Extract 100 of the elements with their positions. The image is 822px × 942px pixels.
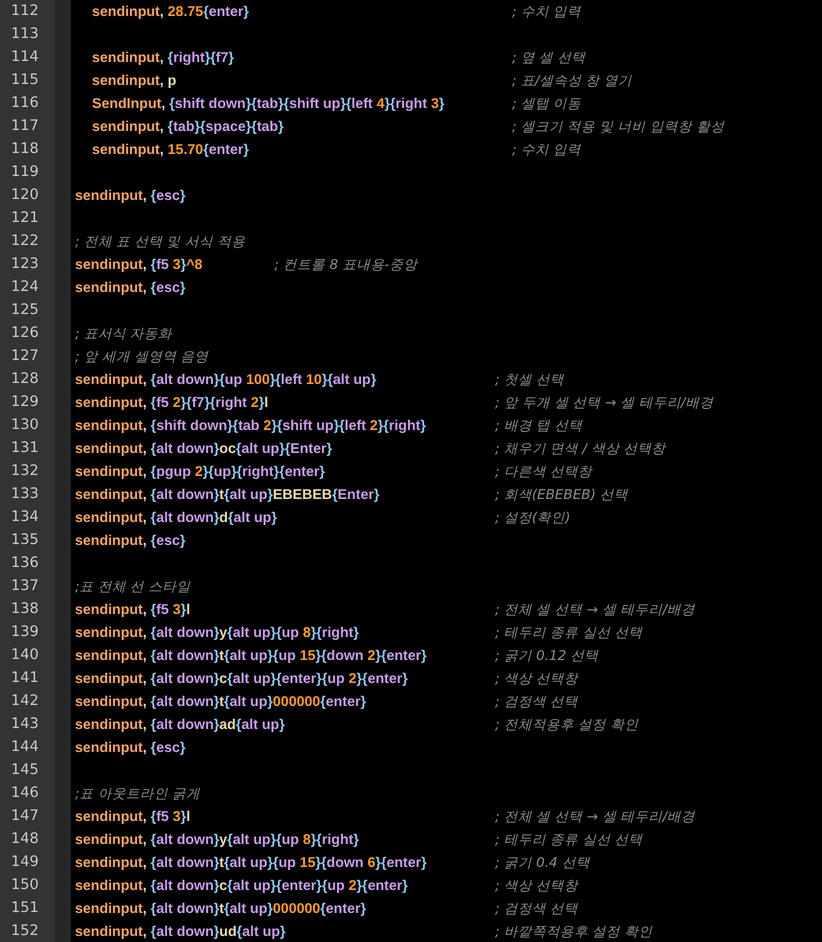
line-number: 149	[10, 853, 40, 872]
line-number: 129	[10, 393, 40, 412]
code-line: sendinput, {shift down}{tab 2}{shift up}{left 2}{right}	[75, 418, 427, 434]
code-comment: ; 컨트롤 8 표내용-중앙	[274, 256, 418, 274]
code-line: sendinput, p	[92, 72, 178, 88]
code-comment: ; 수치 입력	[512, 2, 582, 20]
line-number: 113	[10, 25, 40, 44]
line-number: 135	[10, 531, 40, 550]
line-number: 145	[10, 761, 40, 780]
line-number: 151	[10, 899, 40, 918]
code-line: sendinput, {esc}	[75, 532, 186, 548]
line-number: 133	[10, 485, 40, 504]
line-number: 118	[10, 140, 40, 159]
code-line: sendinput, {alt down}t{alt up}{up 15}{down 6}{enter}	[75, 854, 428, 870]
code-comment: ; 테두리 종류 실선 선택	[495, 830, 643, 848]
line-number: 136	[10, 554, 40, 573]
code-line: sendinput, {alt down}ud{alt up}	[75, 924, 287, 940]
line-number: 137	[10, 577, 40, 596]
code-line: sendinput, {tab}{space}{tab}	[92, 118, 285, 134]
code-comment: ;표 전체 선 스타일	[75, 578, 190, 596]
code-comment: ; 굵기 0.12 선택	[495, 646, 598, 664]
code-line: sendinput, {alt down}{up 100}{left 10}{alt up}	[75, 372, 378, 388]
code-comment: ; 배경 탭 선택	[495, 416, 582, 434]
code-comment: ; 셀크기 적용 및 너비 입력창 활성	[512, 118, 724, 136]
line-number: 141	[10, 669, 40, 688]
code-comment: ; 굵기 0.4 선택	[495, 854, 590, 872]
code-comment: ; 옆 셀 선택	[512, 48, 586, 66]
line-number: 117	[10, 117, 40, 136]
code-line: sendinput, {alt down}y{alt up}{up 8}{right}	[75, 624, 360, 640]
code-line: sendinput, 15.70{enter}	[92, 142, 250, 158]
code-comment: ; 셀탭 이동	[512, 94, 582, 112]
line-number: 134	[10, 508, 40, 527]
code-comment: ; 전체 셀 선택 → 셀 테두리/배경	[495, 808, 696, 826]
code-comment: ; 테두리 종류 실선 선택	[495, 624, 643, 642]
line-number: 146	[10, 784, 40, 803]
code-comment: ; 앞 두개 셀 선택 → 셀 테두리/배경	[495, 394, 714, 412]
code-line: sendinput, {esc}	[75, 740, 186, 756]
code-line: sendinput, {f5 3}l	[75, 602, 192, 618]
line-number: 138	[10, 600, 40, 619]
code-line: sendinput, {alt down}t{alt up}000000{enter}	[75, 694, 368, 710]
code-comment: ; 색상 선택창	[495, 670, 578, 688]
line-number: 144	[10, 738, 40, 757]
code-comment: ; 전체 셀 선택 → 셀 테두리/배경	[495, 600, 696, 618]
code-comment: ; 설정(확인)	[495, 508, 570, 526]
code-comment: ; 앞 세개 셀영역 음영	[75, 348, 209, 366]
line-number: 132	[10, 462, 40, 481]
line-number: 121	[10, 209, 40, 228]
line-number: 148	[10, 830, 40, 849]
code-line: sendinput, {alt down}oc{alt up}{Enter}	[75, 440, 334, 456]
code-comment: ; 전체적용후 설정 확인	[495, 716, 638, 734]
code-line: sendinput, 28.75{enter}	[92, 4, 250, 20]
code-comment: ; 수치 입력	[512, 140, 582, 158]
line-number: 152	[10, 922, 40, 941]
code-line: sendinput, {esc}	[75, 280, 186, 296]
code-line: sendinput, {right}{f7}	[92, 50, 235, 66]
code-line: sendinput, {alt down}t{alt up}000000{enter}	[75, 900, 368, 916]
line-number: 115	[10, 71, 40, 90]
code-line: sendinput, {alt down}c{alt up}{enter}{up 2}{enter}	[75, 670, 409, 686]
code-comment: ; 채우기 면색 / 색상 선택창	[495, 440, 666, 458]
line-number: 122	[10, 232, 40, 251]
code-comment: ; 표서식 자동화	[75, 324, 172, 342]
line-number: 125	[10, 301, 40, 320]
line-number: 142	[10, 692, 40, 711]
code-comment: ; 검정색 선택	[495, 692, 578, 710]
line-number: 127	[10, 347, 40, 366]
code-line: sendinput, {alt down}y{alt up}{up 8}{right}	[75, 832, 360, 848]
line-number: 130	[10, 416, 40, 435]
line-number: 114	[10, 48, 40, 67]
line-number: 131	[10, 439, 40, 458]
line-number: 123	[10, 255, 40, 274]
line-number: 140	[10, 646, 40, 665]
line-number: 126	[10, 324, 40, 343]
line-number: 150	[10, 876, 40, 895]
line-number: 120	[10, 186, 40, 205]
line-number: 128	[10, 370, 40, 389]
code-comment: ; 전체 표 선택 및 서식 적용	[75, 232, 246, 250]
line-number: 147	[10, 807, 40, 826]
code-comment: ; 색상 선택창	[495, 876, 578, 894]
code-line: sendinput, {alt down}d{alt up}	[75, 510, 278, 526]
code-comment: ; 바깥쪽적용후 설정 확인	[495, 922, 652, 940]
line-number: 143	[10, 715, 40, 734]
code-line: sendinput, {alt down}t{alt up}{up 15}{down 2}{enter}	[75, 648, 428, 664]
code-line: SendInput, {shift down}{tab}{shift up}{left 4}{right 3}	[92, 96, 446, 112]
code-line: sendinput, {alt down}t{alt up}EBEBEB{Enter}	[75, 486, 380, 502]
line-number: 124	[10, 278, 40, 297]
code-line: sendinput, {esc}	[75, 188, 186, 204]
code-comment: ; 표/셀속성 창 열기	[512, 72, 632, 90]
code-line: sendinput, {f5 3}^8	[75, 256, 202, 272]
code-line: sendinput, {f5 2}{f7}{right 2}l	[75, 394, 270, 410]
line-number: 119	[10, 163, 40, 182]
line-number: 116	[10, 94, 40, 113]
code-comment: ;표 아웃트라인 굵게	[75, 784, 200, 802]
code-line: sendinput, {f5 3}l	[75, 808, 192, 824]
code-comment: ; 회색(EBEBEB) 선택	[495, 486, 628, 504]
code-line: sendinput, {pgup 2}{up}{right}{enter}	[75, 464, 326, 480]
line-number: 112	[10, 2, 40, 21]
line-number: 139	[10, 623, 40, 642]
code-comment: ; 다른색 선택창	[495, 462, 592, 480]
code-line: sendinput, {alt down}ad{alt up}	[75, 716, 286, 732]
code-comment: ; 검정색 선택	[495, 900, 578, 918]
